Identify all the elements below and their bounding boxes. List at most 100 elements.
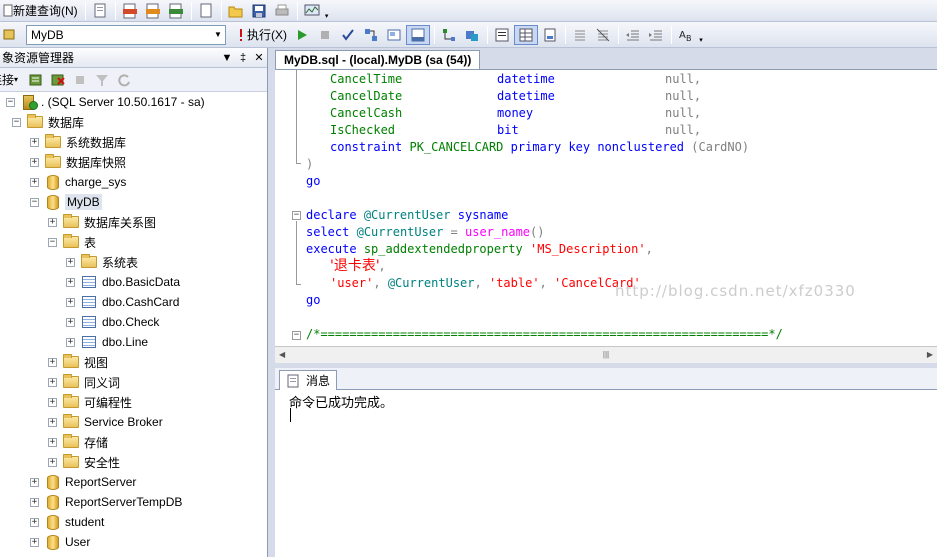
collapse-icon[interactable]: − <box>6 97 15 107</box>
tree-node[interactable]: + 数据库关系图 <box>48 212 156 232</box>
editor-horizontal-scrollbar[interactable]: ◀ ||| ▶ <box>275 346 937 363</box>
xmla-query-button[interactable] <box>165 1 187 21</box>
query-designer-button[interactable] <box>383 25 405 45</box>
filter-icon[interactable] <box>94 72 110 88</box>
specify-template-values-button[interactable]: AB <box>675 25 697 45</box>
expand-icon[interactable]: + <box>48 217 57 227</box>
tree-node[interactable]: + charge_sys <box>30 172 126 192</box>
expand-icon[interactable]: + <box>66 337 75 347</box>
toolbar-separator <box>190 1 192 20</box>
tab-mydb-sql[interactable]: MyDB.sql - (local).MyDB (sa (54)) <box>275 50 481 69</box>
expand-icon[interactable]: + <box>30 517 39 527</box>
expand-icon[interactable]: + <box>66 277 75 287</box>
svg-text:A: A <box>679 30 686 41</box>
increase-indent-button[interactable] <box>645 25 667 45</box>
decrease-indent-button[interactable] <box>622 25 644 45</box>
tree-node[interactable]: + 存储 <box>48 432 108 452</box>
results-grid-button[interactable] <box>514 24 538 45</box>
tree-node[interactable]: − 数据库 <box>12 112 84 132</box>
dmx-query-button[interactable] <box>142 1 164 21</box>
new-query-button[interactable]: 新建查询(N) <box>0 1 81 21</box>
tree-node[interactable]: + ReportServerTempDB <box>30 492 182 512</box>
tree-node[interactable]: − MyDB <box>30 192 102 212</box>
toolbar-overflow-icon[interactable]: ▾ <box>698 26 704 44</box>
expand-icon[interactable]: + <box>30 537 39 547</box>
disconnect-icon[interactable] <box>50 72 66 88</box>
toolbar-overflow-icon[interactable]: ▾ <box>324 2 330 20</box>
tree-node[interactable]: + 系统表 <box>66 252 138 272</box>
activity-monitor-button[interactable] <box>301 1 323 21</box>
debug-button[interactable] <box>291 25 313 45</box>
stop-icon[interactable] <box>72 72 88 88</box>
collapse-icon[interactable]: − <box>48 237 57 247</box>
sql-code-editor[interactable]: CancelTime datetime null, CancelDate dat… <box>275 69 937 346</box>
uncomment-button[interactable] <box>592 25 614 45</box>
tree-node[interactable]: + 视图 <box>48 352 108 372</box>
expand-icon[interactable]: + <box>66 297 75 307</box>
expand-icon[interactable]: + <box>48 357 57 367</box>
tree-node[interactable]: − . (SQL Server 10.50.1617 - sa) <box>6 94 205 112</box>
close-icon[interactable]: ✕ <box>251 51 267 64</box>
connect-button[interactable]: 连接▾ <box>0 70 21 90</box>
chevron-down-icon[interactable]: ▼ <box>219 52 235 64</box>
expand-icon[interactable]: + <box>66 317 75 327</box>
expand-icon[interactable]: + <box>30 177 39 187</box>
tree-node[interactable]: + student <box>30 512 104 532</box>
mdx-query-button[interactable] <box>119 1 141 21</box>
expand-icon[interactable]: + <box>66 257 75 267</box>
outline-guide <box>296 221 297 284</box>
tree-node[interactable]: + dbo.BasicData <box>66 272 180 292</box>
scroll-left-icon[interactable]: ◀ <box>279 350 285 359</box>
collapse-icon[interactable]: − <box>30 197 39 207</box>
database-select[interactable]: MyDB ▼ <box>26 24 226 45</box>
expand-icon[interactable]: + <box>30 497 39 507</box>
tree-node[interactable]: + 系统数据库 <box>30 132 126 152</box>
save-button[interactable] <box>248 1 270 21</box>
cancel-query-button[interactable] <box>314 25 336 45</box>
refresh-icon[interactable] <box>116 72 132 88</box>
collapse-icon[interactable]: − <box>12 117 21 127</box>
tree-node[interactable]: + dbo.Line <box>66 332 148 352</box>
tree-node[interactable]: + dbo.Check <box>66 312 159 332</box>
execute-button[interactable]: 执行(X) <box>232 25 290 45</box>
new-file-button[interactable] <box>89 1 111 21</box>
tree-node[interactable]: − 表 <box>48 232 96 252</box>
expand-icon[interactable]: + <box>48 377 57 387</box>
expand-icon[interactable]: + <box>48 417 57 427</box>
tree-node[interactable]: + 数据库快照 <box>30 152 126 172</box>
open-folder-button[interactable] <box>225 1 247 21</box>
collapse-toggle[interactable]: − <box>292 211 301 220</box>
tree-node[interactable]: + ReportServer <box>30 472 136 492</box>
client-stats-button[interactable] <box>461 25 483 45</box>
expand-icon[interactable]: + <box>30 137 39 147</box>
collapse-toggle[interactable]: − <box>292 331 301 340</box>
messages-panel[interactable]: 命令已成功完成。 <box>275 390 937 557</box>
results-text-button[interactable] <box>491 25 513 45</box>
tree-node[interactable]: + 可编程性 <box>48 392 132 412</box>
pin-icon[interactable]: ‡ <box>235 52 251 64</box>
parse-button[interactable] <box>337 25 359 45</box>
tree-node[interactable]: + 同义词 <box>48 372 120 392</box>
expand-icon[interactable]: + <box>48 437 57 447</box>
tree-node-label: 视图 <box>84 355 109 370</box>
scroll-right-icon[interactable]: ▶ <box>927 350 933 359</box>
scrollbar-thumb[interactable]: ||| <box>295 349 917 361</box>
connect-server-icon[interactable] <box>28 72 44 88</box>
expand-icon[interactable]: + <box>30 157 39 167</box>
expand-icon[interactable]: + <box>48 397 57 407</box>
tree-node[interactable]: + dbo.CashCard <box>66 292 179 312</box>
results-file-button[interactable] <box>539 25 561 45</box>
tree-node[interactable]: + Service Broker <box>48 412 163 432</box>
expand-icon[interactable]: + <box>48 457 57 467</box>
tree-node[interactable]: + 安全性 <box>48 452 120 472</box>
include-plan-button[interactable] <box>438 25 460 45</box>
change-connection-icon[interactable] <box>2 27 18 43</box>
tab-messages[interactable]: 消息 <box>279 370 338 390</box>
open-file-button[interactable] <box>195 1 217 21</box>
results-to-text-button[interactable] <box>406 24 430 45</box>
tree-node[interactable]: + User <box>30 532 90 552</box>
expand-icon[interactable]: + <box>30 477 39 487</box>
display-plan-button[interactable] <box>360 25 382 45</box>
comment-button[interactable] <box>569 25 591 45</box>
print-button[interactable] <box>271 1 293 21</box>
